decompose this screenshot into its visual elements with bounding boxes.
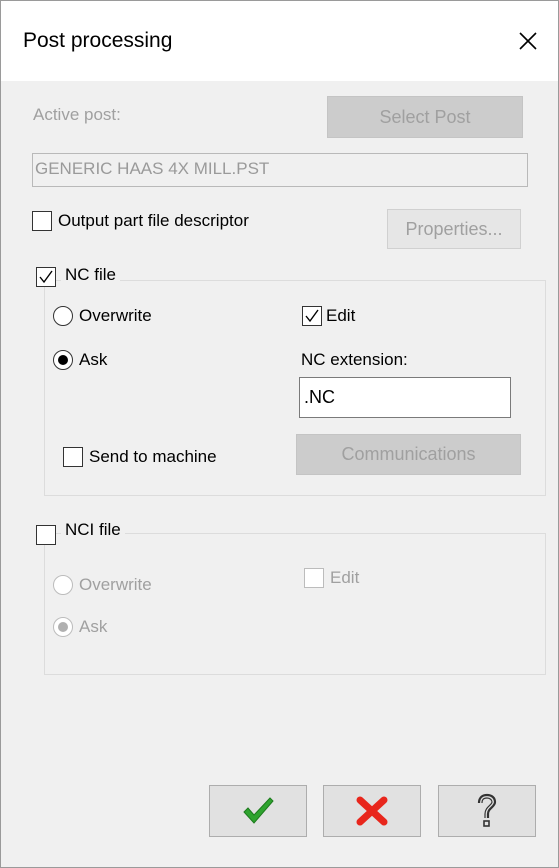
nc-edit-checkbox[interactable] [302,306,322,326]
send-to-machine-checkbox[interactable] [63,447,83,467]
green-checkmark-icon [243,797,274,824]
nci-file-checkbox[interactable] [36,525,56,545]
radio-selected-dot [58,622,68,632]
send-to-machine-label: Send to machine [89,447,217,466]
nci-overwrite-label: Overwrite [79,575,152,594]
close-icon [519,32,537,50]
nc-file-checkbox[interactable] [36,267,56,287]
nc-ask-radio[interactable] [53,350,73,370]
active-post-label: Active post: [33,105,121,124]
properties-button[interactable]: Properties... [387,209,521,249]
nc-file-label: NC file [61,265,121,285]
nci-ask-label: Ask [79,617,108,636]
post-processing-dialog: Post processing Active post: Select Post… [0,0,559,868]
active-post-field: GENERIC HAAS 4X MILL.PST [32,153,528,187]
cancel-button[interactable] [323,785,421,837]
nci-edit-checkbox[interactable] [304,568,324,588]
nci-ask-radio[interactable] [53,617,73,637]
output-descriptor-checkbox[interactable] [32,211,52,231]
communications-button[interactable]: Communications [296,434,521,475]
select-post-button[interactable]: Select Post [327,96,523,138]
nci-file-label: NCI file [61,520,125,540]
nc-overwrite-radio[interactable] [53,306,73,326]
checkmark-icon [39,270,53,284]
nci-edit-label: Edit [330,568,360,587]
nc-extension-label: NC extension: [301,350,408,369]
nc-overwrite-label: Overwrite [79,306,152,325]
checkmark-icon [305,309,319,323]
dialog-title: Post processing [23,29,173,52]
help-button[interactable] [438,785,536,837]
close-button[interactable] [498,11,558,71]
nci-overwrite-radio[interactable] [53,575,73,595]
nc-edit-label: Edit [326,306,356,325]
title-bar: Post processing [1,1,558,81]
nc-ask-label: Ask [79,350,108,369]
red-x-icon [356,796,388,826]
question-mark-icon [477,793,497,827]
radio-selected-dot [58,355,68,365]
ok-button[interactable] [209,785,307,837]
nci-file-group [44,533,546,675]
nc-extension-input[interactable]: .NC [299,377,511,418]
output-descriptor-label: Output part file descriptor [58,211,249,230]
